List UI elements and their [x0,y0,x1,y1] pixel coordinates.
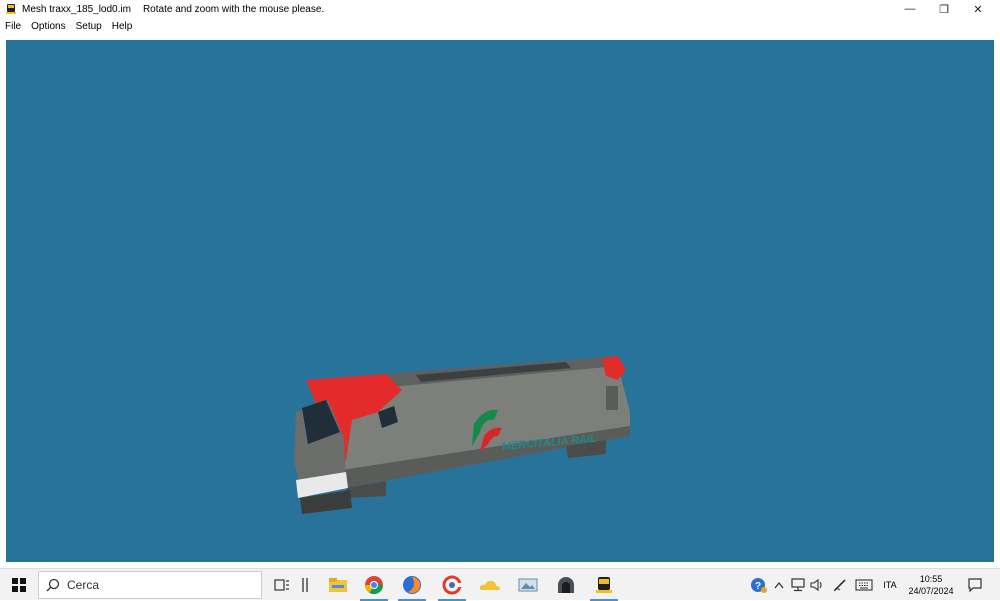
ccleaner-icon [442,575,462,595]
tunnel-app-icon [558,577,574,593]
show-hidden-icons-button[interactable] [770,569,788,601]
app-train-icon [4,2,18,16]
start-button[interactable] [0,569,38,601]
onedrive-button[interactable] [472,569,508,601]
minimize-icon: — [904,3,916,15]
train-app-button[interactable] [586,569,622,601]
loco-rear-door [606,386,618,410]
language-indicator[interactable]: ITA [878,569,902,601]
train-app-icon [596,577,612,593]
mesh-viewport[interactable]: MERCITALIA RAIL [6,40,994,562]
help-tray-button[interactable]: ? [748,569,770,601]
help-icon: ? [751,578,767,593]
menu-setup[interactable]: Setup [71,21,107,32]
viewport-canvas[interactable]: MERCITALIA RAIL [6,40,994,562]
restore-icon: ❐ [939,3,949,16]
clock-date: 24/07/2024 [908,586,954,596]
onedrive-icon [479,580,500,590]
widgets-icon [302,578,308,592]
chrome-button[interactable] [356,569,392,601]
title-bar: Mesh traxx_185_lod0.im Rotate and zoom w… [0,0,1000,18]
touch-keyboard-button[interactable] [852,569,876,601]
network-tray-button[interactable] [788,569,808,601]
clock[interactable]: 10:55 24/07/2024 [900,569,962,601]
language-label: ITA [883,580,897,590]
pen-icon [833,579,846,592]
keyboard-icon [855,579,873,591]
ccleaner-button[interactable] [434,569,470,601]
menu-file[interactable]: File [0,21,26,32]
windows-icon [12,578,26,592]
pen-tray-button[interactable] [830,569,850,601]
maximize-button[interactable]: ❐ [927,0,961,18]
notification-icon [968,578,982,593]
search-box[interactable]: Cerca [38,571,262,599]
volume-icon [810,578,822,592]
chrome-icon [365,576,383,595]
firefox-icon [403,576,421,594]
file-explorer-icon [329,578,347,592]
firefox-button[interactable] [394,569,430,601]
svg-text:?: ? [755,581,761,592]
viewport-background [6,40,994,562]
volume-tray-button[interactable] [808,569,826,601]
minimize-button[interactable]: — [893,0,927,18]
close-button[interactable]: ✕ [961,0,995,18]
clock-time: 10:55 [919,574,943,584]
menu-help[interactable]: Help [107,21,138,32]
window-title: Mesh traxx_185_lod0.im [22,3,131,15]
file-explorer-button[interactable] [320,569,356,601]
photos-icon [518,578,538,592]
search-placeholder: Cerca [67,578,100,592]
network-icon [791,578,805,592]
photos-button[interactable] [510,569,546,601]
task-view-icon [274,579,289,591]
search-icon [39,578,67,592]
chevron-up-icon [774,581,784,589]
taskbar: Cerca ? ITA 10:55 24/07/2024 [0,568,1000,601]
window-hint: Rotate and zoom with the mouse please. [142,3,325,15]
close-icon: ✕ [973,3,983,16]
notifications-button[interactable] [962,569,988,601]
menu-options[interactable]: Options [26,21,70,32]
tunnel-app-button[interactable] [548,569,584,601]
widgets-button[interactable] [290,569,320,601]
menu-bar: File Options Setup Help [0,18,1000,34]
